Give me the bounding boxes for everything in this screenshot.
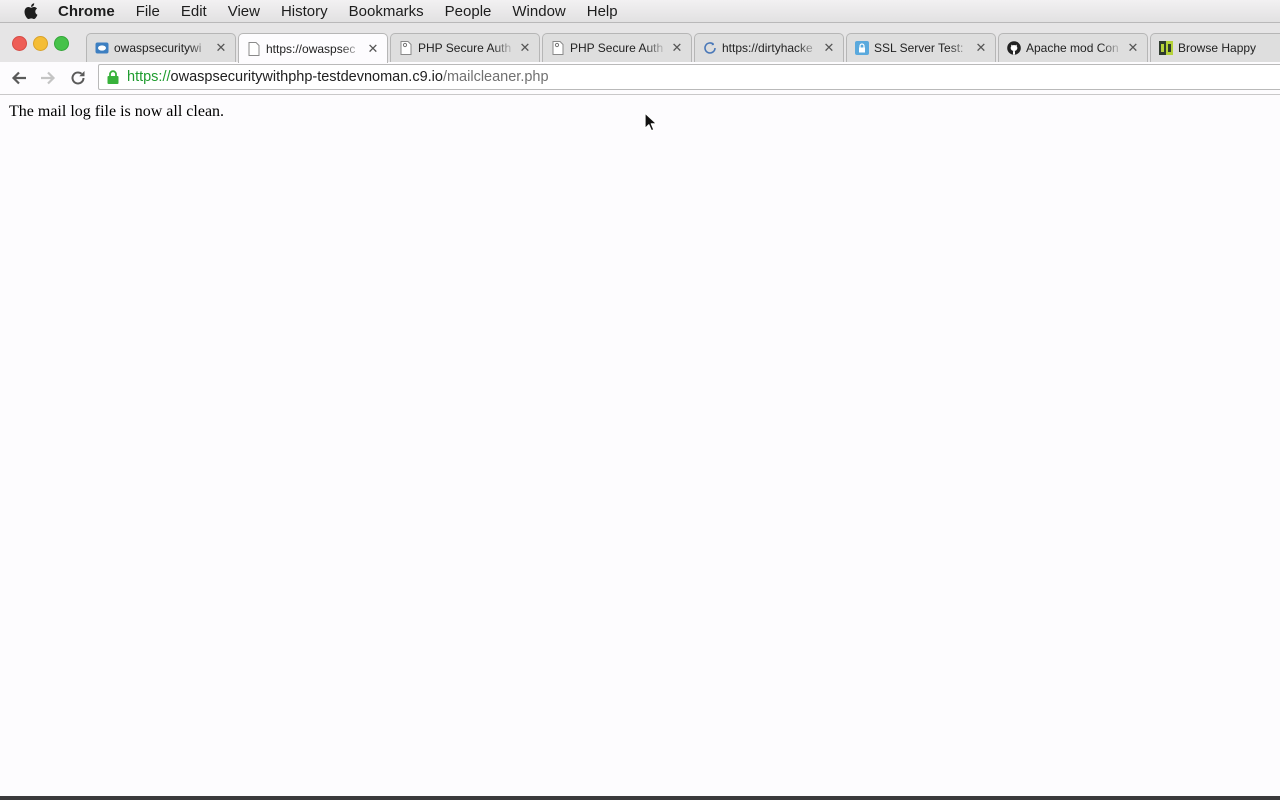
browser-tab[interactable]: https://dirtyhacke ✕: [694, 33, 844, 62]
menu-window[interactable]: Window: [512, 3, 565, 20]
menu-view[interactable]: View: [228, 3, 260, 20]
page-icon: [551, 41, 565, 55]
back-arrow-icon: [11, 71, 26, 85]
tab-title: https://dirtyhacke: [722, 41, 819, 55]
window-close-button[interactable]: [12, 36, 27, 51]
url-host: owaspsecuritywithphp-testdevnoman.c9.io: [170, 69, 443, 85]
tab-close-icon[interactable]: ✕: [215, 40, 227, 56]
page-icon: [247, 41, 261, 56]
tab-close-icon[interactable]: ✕: [1127, 40, 1139, 56]
address-bar[interactable]: https://owaspsecuritywithphp-testdevnoma…: [98, 64, 1280, 90]
menu-history[interactable]: History: [281, 3, 328, 20]
forward-button[interactable]: [39, 69, 57, 87]
page-icon: [399, 41, 413, 55]
browser-tab[interactable]: PHP Secure Auth ✕: [542, 33, 692, 62]
browser-tab[interactable]: Apache mod Con ✕: [998, 33, 1148, 62]
tab-title: Apache mod Con: [1026, 41, 1123, 55]
menu-app-chrome[interactable]: Chrome: [58, 3, 115, 20]
window-maximize-button[interactable]: [54, 36, 69, 51]
browser-toolbar: https://owaspsecuritywithphp-testdevnoma…: [0, 62, 1280, 95]
tab-close-icon[interactable]: ✕: [367, 41, 379, 57]
tab-strip: owaspsecuritywi ✕ https://owaspsec ✕ PHP…: [0, 23, 1280, 63]
forward-arrow-icon: [41, 71, 56, 85]
reload-button[interactable]: [69, 69, 87, 87]
loading-icon: [703, 41, 717, 55]
mouse-cursor-icon: [644, 112, 658, 132]
back-button[interactable]: [10, 69, 28, 87]
lock-badge-icon: [855, 41, 869, 55]
page-content: The mail log file is now all clean.: [0, 95, 1280, 796]
menu-edit[interactable]: Edit: [181, 3, 207, 20]
browser-tab[interactable]: owaspsecuritywi ✕: [86, 33, 236, 62]
window-minimize-button[interactable]: [33, 36, 48, 51]
browser-tab[interactable]: SSL Server Test: ✕: [846, 33, 996, 62]
browser-tab[interactable]: Browse Happy: [1150, 33, 1280, 62]
tab-title: PHP Secure Auth: [418, 41, 515, 55]
menu-bar: Chrome File Edit View History Bookmarks …: [0, 0, 1280, 23]
tab-title: owaspsecuritywi: [114, 41, 211, 55]
status-message: The mail log file is now all clean.: [9, 103, 225, 120]
url-scheme: https://: [127, 69, 171, 85]
browser-tab[interactable]: PHP Secure Auth ✕: [390, 33, 540, 62]
secure-lock-icon[interactable]: [107, 70, 119, 84]
tab-title: Browse Happy: [1178, 41, 1280, 55]
tab-close-icon[interactable]: ✕: [671, 40, 683, 56]
cloud9-icon: [95, 41, 109, 55]
github-icon: [1007, 41, 1021, 55]
tab-title: SSL Server Test:: [874, 41, 971, 55]
tab-close-icon[interactable]: ✕: [975, 40, 987, 56]
tab-title: https://owaspsec: [266, 41, 363, 56]
tab-close-icon[interactable]: ✕: [519, 40, 531, 56]
tab-close-icon[interactable]: ✕: [823, 40, 835, 56]
menu-bookmarks[interactable]: Bookmarks: [349, 3, 424, 20]
menu-help[interactable]: Help: [587, 3, 618, 20]
window-bottom-edge: [0, 796, 1280, 800]
menu-people[interactable]: People: [445, 3, 492, 20]
menu-file[interactable]: File: [136, 3, 160, 20]
url-path: /mailcleaner.php: [442, 69, 549, 85]
browsehappy-icon: [1159, 41, 1173, 55]
reload-icon: [71, 71, 85, 85]
browser-tab-active[interactable]: https://owaspsec ✕: [238, 33, 388, 63]
tab-title: PHP Secure Auth: [570, 41, 667, 55]
apple-logo-icon[interactable]: [22, 2, 38, 20]
